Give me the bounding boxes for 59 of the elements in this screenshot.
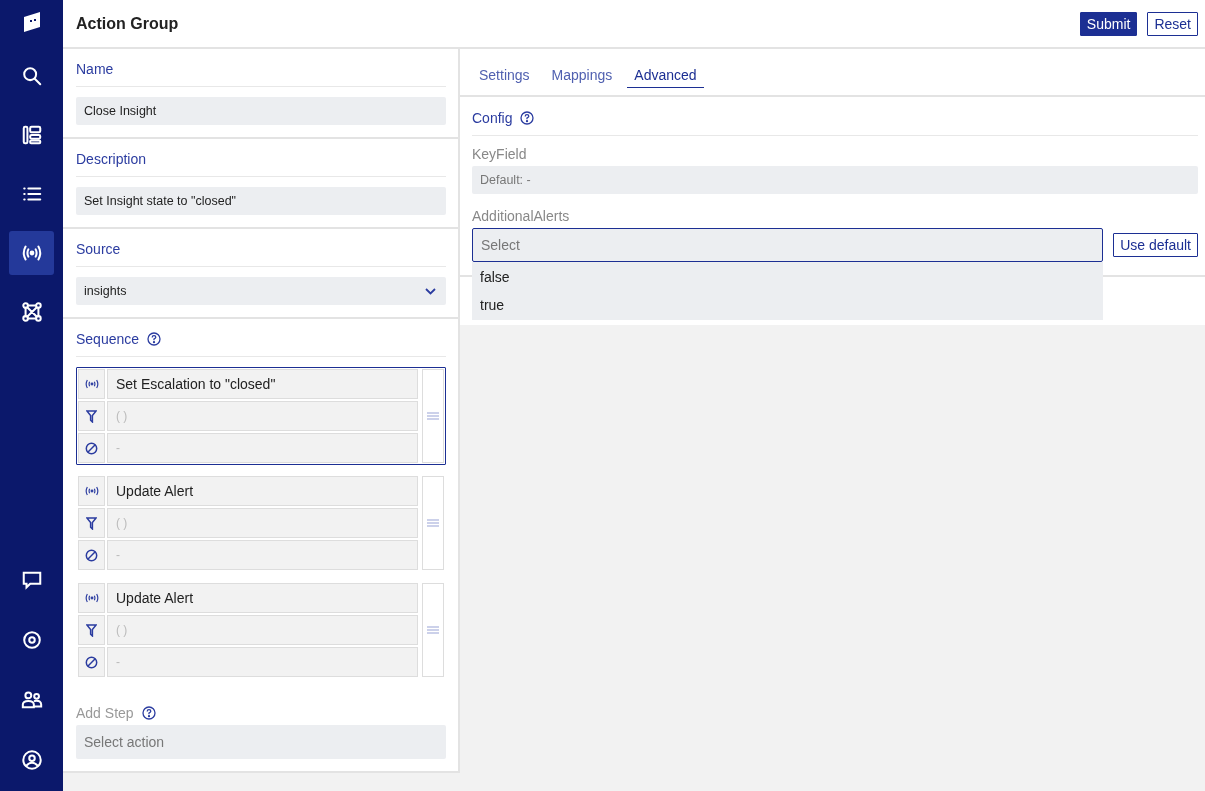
text-field[interactable]: Set Insight state to "closed": [76, 187, 446, 215]
section-label: Sequence: [76, 331, 140, 347]
chevron-down-icon: [425, 287, 436, 295]
step-filter: ( ): [107, 401, 418, 431]
prohibited-icon: [78, 647, 105, 677]
prohibited-icon: [78, 433, 105, 463]
step-exclusion: -: [107, 647, 418, 677]
tab[interactable]: Settings: [472, 65, 537, 88]
field-label: AdditionalAlerts: [472, 208, 571, 224]
select-field[interactable]: insights: [76, 277, 446, 305]
prohibited-icon: [78, 540, 105, 570]
step-exclusion: -: [107, 433, 418, 463]
drag-handle[interactable]: [422, 583, 444, 677]
step-filter: ( ): [107, 508, 418, 538]
broadcast-nav-button[interactable]: [9, 231, 54, 275]
step-exclusion: -: [107, 540, 418, 570]
drag-handle[interactable]: [422, 476, 444, 570]
submit-button[interactable]: Submit: [1079, 11, 1138, 36]
text-field[interactable]: Default: -: [472, 166, 1198, 194]
section-label: Config: [472, 110, 513, 126]
account-icon: [20, 749, 43, 771]
use-default-button[interactable]: Use default: [1113, 233, 1198, 257]
help-icon[interactable]: [520, 111, 535, 125]
dropdown-option[interactable]: true: [472, 291, 1104, 319]
step-filter: ( ): [107, 615, 418, 645]
step-action: Set Escalation to "closed": [107, 369, 418, 399]
field-label: KeyField: [472, 146, 528, 162]
broadcast-icon: [78, 583, 105, 613]
filter-icon: [78, 401, 105, 431]
broadcast-icon: [78, 369, 105, 399]
filter-icon: [78, 508, 105, 538]
field-label: Source: [76, 241, 122, 257]
field-label: Add Step: [76, 705, 134, 721]
tab[interactable]: Advanced: [627, 65, 704, 88]
broadcast-icon: [78, 476, 105, 506]
select-action-field[interactable]: Select action: [76, 725, 446, 759]
step-action: Update Alert: [107, 476, 418, 506]
dropdown-option[interactable]: false: [472, 263, 1104, 291]
text-field[interactable]: Close Insight: [76, 97, 446, 125]
help-icon[interactable]: [147, 332, 162, 346]
help-icon[interactable]: [141, 706, 156, 720]
step-card[interactable]: Set Escalation to "closed" ( ) -: [76, 367, 446, 465]
tab[interactable]: Mappings: [544, 65, 620, 88]
network-icon: [20, 301, 43, 323]
dashboard-icon: [20, 124, 43, 146]
field-label: Name: [76, 61, 115, 77]
filter-icon: [78, 615, 105, 645]
step-card[interactable]: Update Alert ( ) -: [76, 581, 446, 679]
step-card[interactable]: Update Alert ( ) -: [76, 474, 446, 572]
users-icon: [20, 689, 43, 711]
chat-bubble-icon: [20, 569, 43, 591]
field-label: Description: [76, 151, 148, 167]
settings-icon: [20, 629, 43, 651]
step-action: Update Alert: [107, 583, 418, 613]
page-title: Action Group: [76, 14, 179, 33]
reset-button[interactable]: Reset: [1147, 11, 1198, 36]
search-icon: [20, 65, 43, 87]
select-field[interactable]: Select: [472, 228, 1104, 262]
drag-handle[interactable]: [422, 369, 444, 463]
